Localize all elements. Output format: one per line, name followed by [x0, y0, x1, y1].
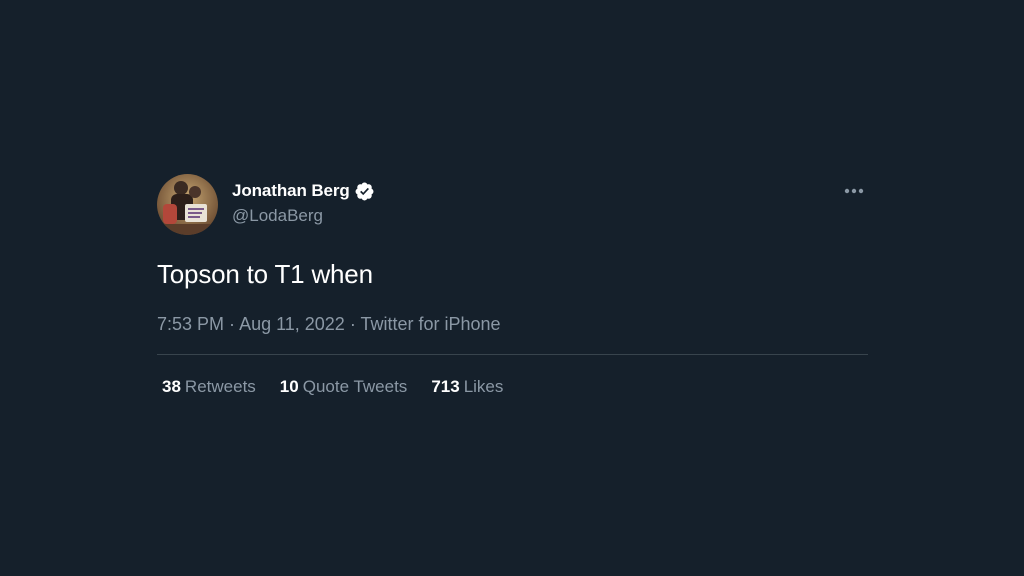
meta-separator: ·: [224, 314, 240, 334]
avatar[interactable]: [157, 174, 218, 235]
tweet-stats: 38 Retweets 10 Quote Tweets 713 Likes: [157, 377, 868, 397]
retweets-stat[interactable]: 38 Retweets: [162, 377, 256, 397]
name-row: Jonathan Berg: [232, 180, 375, 202]
retweets-label: Retweets: [184, 377, 256, 396]
tweet-card: Jonathan Berg @LodaBerg Topson to T1 whe…: [157, 174, 868, 397]
tweet-source[interactable]: Twitter for iPhone: [361, 314, 501, 334]
display-name[interactable]: Jonathan Berg: [232, 181, 350, 201]
quote-tweets-label: Quote Tweets: [302, 377, 408, 396]
likes-stat[interactable]: 713 Likes: [431, 377, 503, 397]
tweet-date[interactable]: Aug 11, 2022: [239, 314, 345, 334]
quote-tweets-count: 10: [279, 377, 299, 396]
tweet-text: Topson to T1 when: [157, 259, 373, 289]
tweet-header: Jonathan Berg @LodaBerg: [157, 174, 868, 236]
quote-tweets-stat[interactable]: 10 Quote Tweets: [280, 377, 408, 397]
meta-separator: ·: [344, 314, 361, 334]
author-names: Jonathan Berg @LodaBerg: [232, 180, 375, 226]
likes-label: Likes: [463, 377, 504, 396]
likes-count: 713: [431, 377, 460, 396]
divider: [157, 354, 868, 355]
tweet-meta: 7:53 PM · Aug 11, 2022 · Twitter for iPh…: [157, 312, 868, 336]
tweet-time[interactable]: 7:53 PM: [157, 314, 224, 334]
verified-badge-icon: [354, 181, 375, 202]
retweets-count: 38: [162, 377, 181, 396]
avatar-image: [157, 174, 218, 235]
more-horizontal-icon[interactable]: [842, 184, 866, 198]
author-handle[interactable]: @LodaBerg: [232, 206, 375, 226]
